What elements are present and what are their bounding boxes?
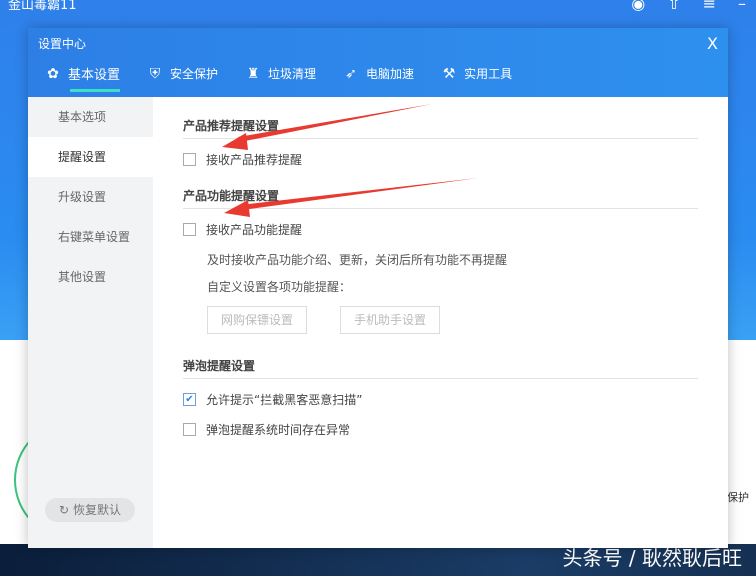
checkbox-label: 弹泡提醒系统时间存在异常 <box>206 423 351 437</box>
close-button[interactable]: X <box>707 34 718 53</box>
checkbox-box[interactable] <box>183 423 196 436</box>
checkbox-product-func[interactable]: 接收产品功能提醒 <box>183 221 302 238</box>
section-title-bubble: 弹泡提醒设置 <box>183 357 698 379</box>
shirt-icon[interactable]: ⇧ <box>667 0 680 13</box>
rocket-icon: ➶ <box>345 65 357 82</box>
avatar-icon[interactable]: ◉ <box>631 0 645 13</box>
checkbox-box[interactable] <box>183 153 196 166</box>
custom-label: 自定义设置各项功能提醒： <box>207 280 352 294</box>
tab-label: 基本设置 <box>68 68 121 83</box>
checkbox-label: 接收产品推荐提醒 <box>206 153 303 167</box>
tab-security[interactable]: ⛨ 安全保护 <box>146 64 218 83</box>
tab-basic-settings[interactable]: ✿ 基本设置 <box>44 64 121 92</box>
sidebar-item-basic[interactable]: 基本选项 <box>28 97 153 137</box>
dialog-title: 设置中心 <box>38 37 87 51</box>
refresh-icon: ↻ <box>59 503 70 517</box>
sidebar: 基本选项 提醒设置 升级设置 右键菜单设置 其他设置 ↻ 恢复默认 <box>28 97 153 548</box>
sidebar-item-other[interactable]: 其他设置 <box>28 257 153 297</box>
checkbox-product-rec[interactable]: 接收产品推荐提醒 <box>183 151 302 168</box>
sidebar-item-reminders[interactable]: 提醒设置 <box>28 137 153 177</box>
section-title-product-func: 产品功能提醒设置 <box>183 187 698 209</box>
checkbox-box[interactable] <box>183 223 196 236</box>
func-description: 及时接收产品功能介绍、更新，关闭后所有功能不再提醒 <box>207 253 508 267</box>
checkbox-checked[interactable]: ✔ <box>183 393 196 406</box>
tab-label: 实用工具 <box>464 67 513 81</box>
protect-label: 保护 <box>727 491 749 504</box>
tab-label: 垃圾清理 <box>268 67 317 81</box>
checkbox-label: 允许提示“拦截黑客恶意扫描” <box>206 393 363 407</box>
checkbox-time-anomaly[interactable]: 弹泡提醒系统时间存在异常 <box>183 421 350 438</box>
tab-label: 电脑加速 <box>366 67 415 81</box>
tab-label: 安全保护 <box>170 67 219 81</box>
checkbox-label: 接收产品功能提醒 <box>206 223 303 237</box>
shopping-guard-settings-button[interactable]: 网购保镖设置 <box>207 306 307 334</box>
checkbox-hacker-scan[interactable]: ✔ 允许提示“拦截黑客恶意扫描” <box>183 391 362 408</box>
dialog-header: 设置中心 X ✿ 基本设置 ⛨ 安全保护 ♜ 垃圾清理 ➶ 电脑加速 ⚒ 实用工具 <box>28 28 728 97</box>
restore-default-button[interactable]: ↻ 恢复默认 <box>45 498 135 522</box>
tab-bar: ✿ 基本设置 ⛨ 安全保护 ♜ 垃圾清理 ➶ 电脑加速 ⚒ 实用工具 <box>44 64 538 92</box>
sidebar-item-context-menu[interactable]: 右键菜单设置 <box>28 217 153 257</box>
restore-label: 恢复默认 <box>72 503 121 517</box>
tab-speedup[interactable]: ➶ 电脑加速 <box>342 64 414 83</box>
tab-tools[interactable]: ⚒ 实用工具 <box>440 64 512 83</box>
shield-icon: ⛨ <box>149 65 161 82</box>
section-title-product-rec: 产品推荐提醒设置 <box>183 117 698 139</box>
broom-icon: ♜ <box>246 65 260 82</box>
settings-dialog: 设置中心 X ✿ 基本设置 ⛨ 安全保护 ♜ 垃圾清理 ➶ 电脑加速 ⚒ 实用工具 基本选… <box>28 28 728 548</box>
gear-icon: ✿ <box>47 65 59 82</box>
tab-cleanup[interactable]: ♜ 垃圾清理 <box>244 64 316 83</box>
app-title: 金山毒霸11 <box>8 0 77 13</box>
window-controls: ◉ ⇧ ≡ – <box>631 0 746 13</box>
sidebar-item-upgrade[interactable]: 升级设置 <box>28 177 153 217</box>
minimize-icon[interactable]: – <box>738 0 746 13</box>
wrench-icon: ⚒ <box>442 65 456 82</box>
phone-assistant-settings-button[interactable]: 手机助手设置 <box>340 306 440 334</box>
menu-icon[interactable]: ≡ <box>703 0 716 13</box>
